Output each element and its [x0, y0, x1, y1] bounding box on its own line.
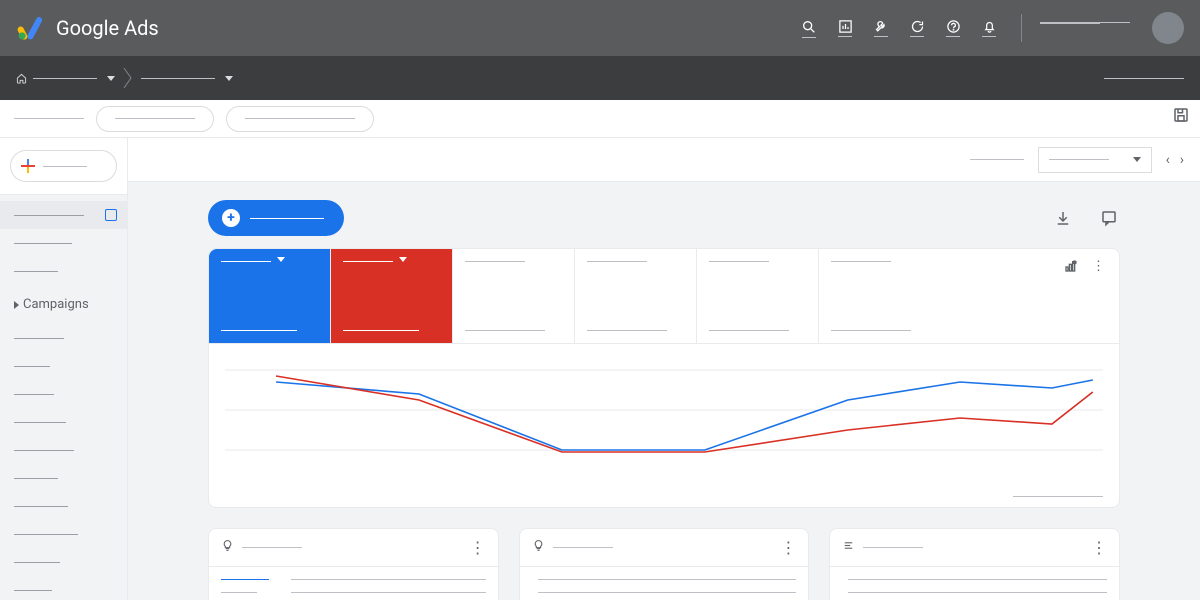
- avatar[interactable]: [1152, 12, 1184, 44]
- save-layout-icon[interactable]: [1172, 106, 1190, 124]
- sidebar-item[interactable]: [0, 520, 127, 548]
- brand-name: Google Ads: [56, 16, 159, 40]
- chevron-down-icon: [277, 257, 285, 262]
- notifications-icon[interactable]: [975, 19, 1003, 37]
- card-menu-icon[interactable]: ⋮: [1091, 538, 1107, 557]
- insight-text: [291, 579, 486, 580]
- date-range-selector[interactable]: [1038, 147, 1152, 173]
- insight-text: [538, 579, 797, 580]
- breadcrumb-bar: [0, 56, 1200, 100]
- sidebar-item[interactable]: [0, 324, 127, 352]
- plus-icon: +: [222, 209, 240, 227]
- insight-card-3: ⋮: [829, 528, 1120, 600]
- google-ads-logo-icon: [16, 14, 44, 42]
- sidebar-item[interactable]: [0, 229, 127, 257]
- sidebar-item[interactable]: [0, 408, 127, 436]
- chevron-down-icon: [107, 76, 115, 81]
- brand-block: Google Ads: [16, 14, 159, 42]
- metric-tile-1[interactable]: [209, 249, 331, 343]
- metric-selector-row: [209, 249, 1119, 344]
- expand-chart-icon[interactable]: [1062, 259, 1078, 279]
- help-icon[interactable]: [939, 19, 967, 37]
- sidebar-item[interactable]: [0, 257, 127, 285]
- insight-text: [848, 592, 1107, 593]
- breadcrumb-separator-icon: [123, 67, 133, 89]
- performance-card: ⋮: [208, 248, 1120, 508]
- next-period-button[interactable]: ›: [1180, 152, 1184, 168]
- performance-line-chart: [225, 360, 1103, 490]
- main-content: ‹ › +: [128, 138, 1200, 600]
- search-icon[interactable]: [795, 19, 823, 38]
- reports-icon[interactable]: [831, 19, 859, 37]
- new-button-label: [43, 166, 87, 167]
- chevron-right-icon: [14, 301, 19, 309]
- insight-text: [538, 592, 797, 593]
- new-campaign-label: [250, 218, 324, 219]
- header-toolbar: [795, 12, 1184, 44]
- feedback-icon[interactable]: [1098, 207, 1120, 229]
- date-range-label: [1049, 159, 1109, 160]
- new-button[interactable]: [10, 150, 117, 182]
- insight-link[interactable]: [221, 579, 269, 580]
- home-icon: [16, 73, 27, 84]
- sidebar-item[interactable]: [0, 492, 127, 520]
- chevron-down-icon: [225, 76, 233, 81]
- card-menu-icon[interactable]: ⋮: [780, 538, 796, 557]
- insight-text: [848, 579, 1107, 580]
- lightbulb-icon: [532, 539, 545, 556]
- sidebar-item[interactable]: [0, 464, 127, 492]
- metric-tile-6[interactable]: [819, 249, 941, 343]
- app-header: Google Ads: [0, 0, 1200, 56]
- subnav-right-action[interactable]: [1104, 78, 1184, 79]
- toolbar-label: [970, 159, 1024, 160]
- sidebar-item-overview[interactable]: [0, 201, 127, 229]
- card-menu-icon[interactable]: ⋮: [1092, 259, 1105, 279]
- sidebar-section-campaigns[interactable]: Campaigns: [0, 291, 127, 318]
- download-icon[interactable]: [1052, 207, 1074, 229]
- insight-text: [221, 592, 257, 593]
- sidebar-campaigns-label: Campaigns: [23, 297, 89, 312]
- sidebar: Campaigns: [0, 138, 128, 600]
- lightbulb-icon: [221, 539, 234, 556]
- insight-card-1: ⋮: [208, 528, 499, 600]
- insight-card-2: ⋮: [519, 528, 810, 600]
- prev-period-button[interactable]: ‹: [1166, 152, 1170, 168]
- tab-overview[interactable]: [14, 118, 84, 119]
- account-id-placeholder: [1040, 23, 1100, 24]
- content-toolbar: ‹ ›: [128, 138, 1200, 182]
- sidebar-item[interactable]: [0, 352, 127, 380]
- breadcrumb-level1[interactable]: [141, 76, 233, 81]
- metric-tile-4[interactable]: [575, 249, 697, 343]
- header-divider: [1021, 14, 1022, 42]
- card-menu-icon[interactable]: ⋮: [470, 538, 486, 557]
- tools-icon[interactable]: [867, 19, 895, 37]
- chevron-down-icon: [1133, 157, 1141, 162]
- chart-footer-label: [1013, 496, 1103, 497]
- metric-tile-5[interactable]: [697, 249, 819, 343]
- refresh-icon[interactable]: [903, 19, 931, 37]
- list-icon: [842, 539, 855, 556]
- metric-tile-3[interactable]: [453, 249, 575, 343]
- new-campaign-button[interactable]: +: [208, 200, 344, 236]
- plus-icon: [21, 159, 35, 173]
- sidebar-item[interactable]: [0, 576, 127, 600]
- chevron-down-icon: [399, 257, 407, 262]
- breadcrumb-root[interactable]: [16, 73, 115, 84]
- insight-text: [291, 592, 486, 593]
- tab-pill-2[interactable]: [226, 106, 374, 132]
- tab-pill-1[interactable]: [96, 106, 214, 132]
- tab-bar: [0, 100, 1200, 138]
- metric-tile-2[interactable]: [331, 249, 453, 343]
- sidebar-item[interactable]: [0, 436, 127, 464]
- sidebar-item[interactable]: [0, 380, 127, 408]
- sidebar-item[interactable]: [0, 548, 127, 576]
